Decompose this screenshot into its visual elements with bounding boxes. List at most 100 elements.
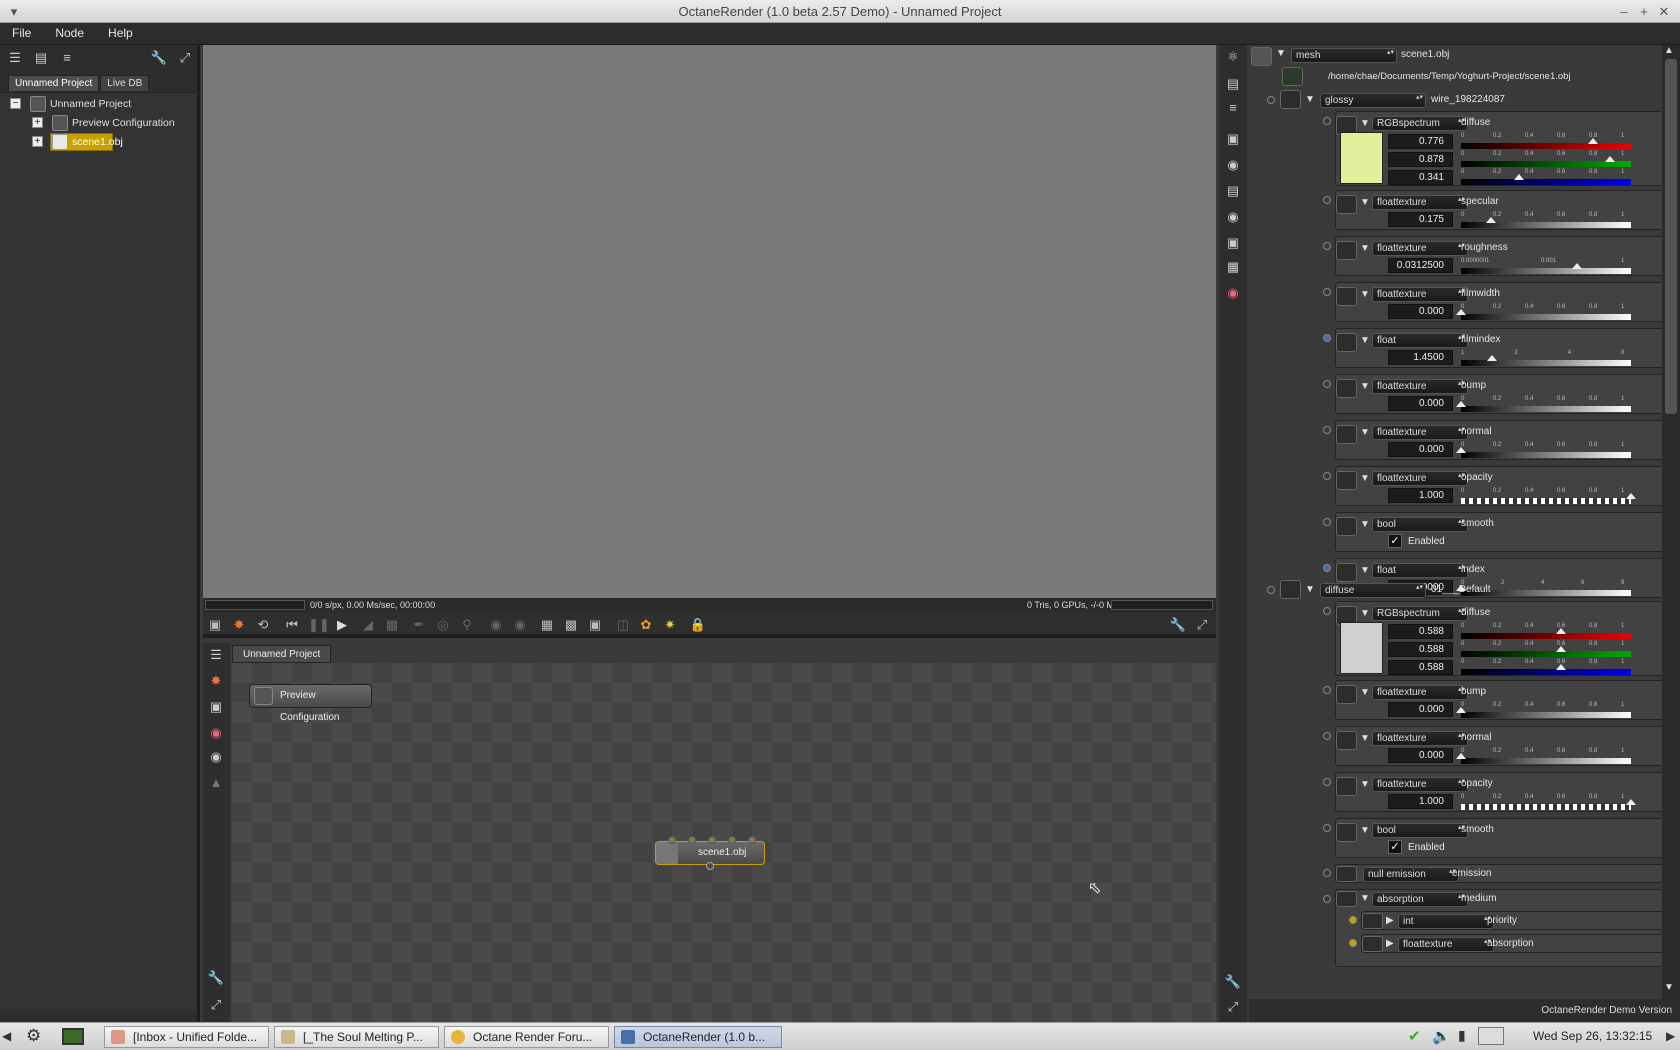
slider-thumb[interactable] [1485,217,1496,223]
render-viewport[interactable] [203,45,1216,598]
taskbar-left-arrow-icon[interactable]: ◀ [2,1029,11,1043]
outliner-list-icon[interactable]: ≡ [56,48,78,68]
value-field[interactable]: 0.000 [1388,442,1453,457]
update-shield-icon[interactable]: ✔ [1408,1027,1421,1045]
slider[interactable]: 0 0.2 0.4 0.6 0.8 1 [1456,748,1631,765]
collapse-param-icon[interactable]: ▼ [1360,427,1370,438]
expand-param-icon[interactable]: ▶ [1386,938,1394,949]
param-pin[interactable] [1323,380,1331,388]
start-menu-icon[interactable]: ⚙ [26,1026,41,1046]
mesh-type-select[interactable]: mesh [1291,48,1397,63]
texture-type-select[interactable]: RGBspectrum [1372,116,1468,131]
value-field-r[interactable]: 0.776 [1388,134,1453,149]
slider-thumb[interactable] [1555,664,1566,670]
graph-expand-icon[interactable]: ⤢ [205,995,227,1015]
task-octanerender[interactable]: OctaneRender (1.0 b... [614,1026,782,1048]
wrench-icon[interactable]: 🔧 [148,48,170,68]
zoom-icon[interactable]: ⚲ [458,616,476,634]
slider[interactable]: 1 2 4 8 [1461,350,1631,367]
outliner-stack-icon[interactable]: ▤ [30,48,52,68]
material1-type-select[interactable]: glossy [1320,93,1426,108]
outliner-tree-icon[interactable]: ☰ [4,48,26,68]
task-inbox[interactable]: [Inbox - Unified Folde... [104,1026,269,1048]
side-mesh-icon[interactable]: ◉ [1222,283,1244,303]
material2-type-select[interactable]: diffuse [1320,583,1426,598]
color-swatch[interactable] [1340,622,1383,674]
value-field-g[interactable]: 0.588 [1388,642,1453,657]
minimize-icon[interactable]: – [1614,0,1634,23]
slider[interactable]: 0 0.2 0.4 0.6 0.8 1 [1456,702,1631,719]
slider-g[interactable]: 0 0.2 0.4 0.6 0.8 1 [1461,641,1631,658]
param-pin[interactable] [1323,196,1331,204]
clay-mode-icon[interactable]: ▦ [538,616,556,634]
texture-type-select[interactable]: int [1398,914,1494,929]
reset-camera-icon[interactable]: ◉ [511,616,529,634]
param-pin[interactable] [1323,117,1331,125]
input-pin[interactable] [708,836,716,844]
slider-b[interactable]: 0 0.2 0.4 0.6 0.8 1 [1461,169,1631,186]
param-pin[interactable] [1349,939,1357,947]
volume-icon[interactable]: 🔈 [1432,1027,1451,1045]
param-pin[interactable] [1323,869,1331,877]
slider[interactable]: 0 0.2 0.4 0.6 0.8 1 [1461,212,1631,229]
render-passes-icon[interactable]: ✿ [637,616,655,634]
param-pin[interactable] [1323,564,1331,572]
slider-thumb[interactable] [1587,138,1598,144]
slider-thumb[interactable] [1456,309,1466,315]
graph-render-icon[interactable]: ✸ [205,671,227,691]
texture-type-select[interactable]: floattexture [1372,195,1468,210]
slider-thumb[interactable] [1626,799,1636,805]
texture-type-select[interactable]: bool [1372,517,1468,532]
collapse-material-icon[interactable]: ▼ [1305,584,1315,595]
slider-thumb[interactable] [1555,646,1566,652]
value-field[interactable]: 0.0312500 [1388,258,1453,273]
value-field[interactable]: 1.000 [1388,488,1453,503]
side-camera-icon[interactable]: ◉ [1222,155,1244,175]
collapse-param-icon[interactable]: ▼ [1360,473,1370,484]
value-field[interactable]: 0.000 [1388,396,1453,411]
collapse-param-icon[interactable]: ▼ [1360,243,1370,254]
slider[interactable]: 0 0.2 0.4 0.6 0.8 1 [1461,794,1636,811]
param-pin[interactable] [1323,518,1331,526]
menu-node[interactable]: Node [43,23,96,44]
focus-picker-icon[interactable]: ◢ [359,616,377,634]
inspector-scrollbar[interactable]: ▲ ▼ [1662,45,1680,999]
slider-thumb[interactable] [1605,156,1616,162]
side-imager-icon[interactable]: ▣ [1222,233,1244,253]
param-pin[interactable] [1323,686,1331,694]
pause-icon[interactable]: ❚❚ [308,616,330,634]
side-layers-icon[interactable]: ▤ [1222,74,1244,94]
side-render-settings-icon[interactable]: ⚛ [1222,47,1244,67]
param-pin[interactable] [1323,472,1331,480]
save-image-icon[interactable]: ◫ [614,616,632,634]
graph-wrench-icon[interactable]: 🔧 [205,968,227,988]
expand-icon[interactable]: ⤢ [174,48,196,68]
texture-type-select[interactable]: RGBspectrum [1372,606,1468,621]
collapse-param-icon[interactable]: ▼ [1360,381,1370,392]
checkbox-smooth[interactable]: ✓ [1388,534,1402,548]
tree-item-preview-config[interactable]: + Preview Configuration [8,114,193,132]
render-region-icon[interactable]: ▣ [206,616,224,634]
side-image-icon[interactable]: ▣ [1222,129,1244,149]
slider-r[interactable]: 0 0.2 0.4 0.6 0.8 1 [1461,133,1631,150]
network-signal-icon[interactable]: ▮ [1458,1027,1466,1044]
texture-type-select[interactable]: floattexture [1372,425,1468,440]
param-pin[interactable] [1323,778,1331,786]
white-balance-icon[interactable]: ▩ [383,616,401,634]
value-field[interactable]: 0.000 [1388,702,1453,717]
side-kernel-icon[interactable]: ▦ [1222,257,1244,277]
graph-image-icon[interactable]: ▣ [205,697,227,717]
checkbox-smooth[interactable]: ✓ [1388,840,1402,854]
value-field[interactable]: 1.4500 [1388,350,1453,365]
clock[interactable]: Wed Sep 26, 13:32:15 [1533,1029,1652,1043]
collapse-param-icon[interactable]: ▼ [1360,118,1370,129]
param-pin[interactable] [1323,607,1331,615]
node-graph-canvas[interactable]: Preview Configuration scene1.obj ⬁ [232,663,1216,1022]
param-pin[interactable] [1323,242,1331,250]
collapse-mesh-icon[interactable]: ▼ [1276,48,1286,59]
material-picker-icon[interactable]: ◎ [434,616,452,634]
workspace-switcher-icon[interactable] [1478,1027,1504,1045]
slider[interactable]: 0.0000001 0.001 1 [1461,258,1631,275]
window-menu-icon[interactable]: ▾ [4,0,24,23]
texture-type-select[interactable]: floattexture [1372,471,1468,486]
